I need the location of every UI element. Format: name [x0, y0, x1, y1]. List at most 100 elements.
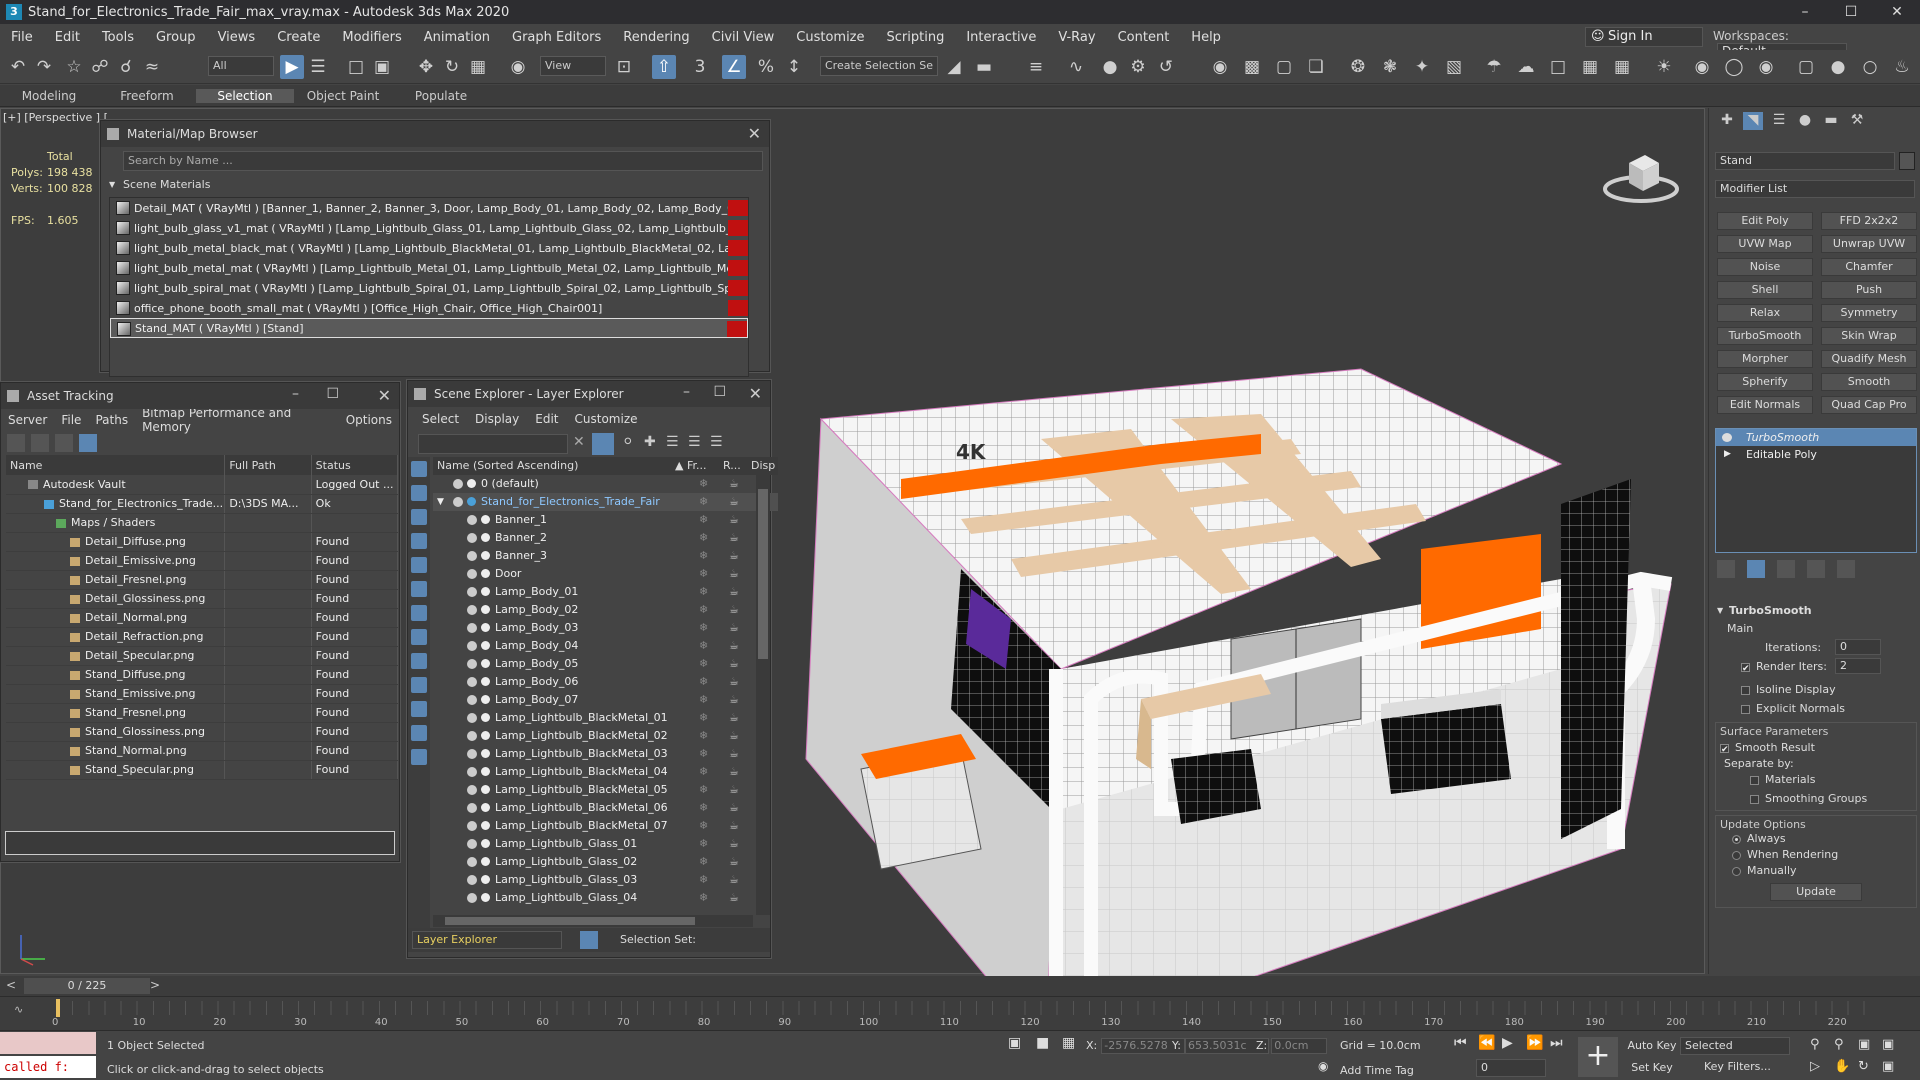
col-full-path[interactable]: Full Path — [224, 455, 312, 475]
material-item[interactable]: light_bulb_metal_black_mat ( VRayMtl ) [… — [110, 238, 748, 258]
orbit-icon[interactable]: ↻ — [1858, 1059, 1869, 1074]
create-tab-icon[interactable]: ✚ — [1717, 112, 1737, 130]
menu-edit[interactable]: Edit — [44, 30, 91, 45]
tree-row[interactable]: ▼ Stand_for_Electronics_Trade_Fair ❄ ☕ — [433, 493, 778, 511]
update-button[interactable]: Update — [1770, 883, 1862, 901]
go-to-end-icon[interactable]: ⏭ — [1550, 1035, 1563, 1051]
display-frozen-icon[interactable] — [411, 725, 427, 741]
light-icon[interactable]: ◉ — [1208, 55, 1232, 79]
close-icon[interactable]: ✕ — [378, 386, 391, 405]
render-setup-icon[interactable]: ⚙ — [1126, 55, 1150, 79]
visibility-eye-icon[interactable] — [453, 497, 463, 507]
table-row[interactable]: Stand_Fresnel.png Found — [6, 703, 399, 723]
freeze-icon[interactable]: ❄ — [699, 709, 708, 727]
display-helpers-icon[interactable] — [411, 581, 427, 597]
renderable-icon[interactable]: ☕ — [729, 601, 739, 619]
visibility-eye-icon[interactable] — [467, 749, 477, 759]
renderable-icon[interactable]: ☕ — [729, 835, 739, 853]
region-select-icon[interactable]: □ — [344, 55, 368, 79]
tree-row[interactable]: Lamp_Lightbulb_Glass_03 ❄ ☕ — [433, 871, 778, 889]
curve-editor-mini-icon[interactable]: ∿ — [14, 1003, 23, 1016]
table-row[interactable]: Stand_Glossiness.png Found — [6, 722, 399, 742]
visibility-eye-icon[interactable] — [467, 569, 477, 579]
table-row[interactable]: Maps / Shaders — [6, 513, 399, 533]
visibility-eye-icon[interactable] — [453, 479, 463, 489]
tree-row[interactable]: Banner_1 ❄ ☕ — [433, 511, 778, 529]
next-key-icon[interactable]: ⏩ — [1526, 1035, 1543, 1051]
trade-fair-stand-model[interactable]: 4K — [801, 249, 1681, 1059]
vray-proxy-icon[interactable]: ▧ — [1442, 55, 1466, 79]
explicit-normals-checkbox[interactable] — [1741, 704, 1750, 714]
field-of-view-icon[interactable]: ▷ — [1810, 1059, 1820, 1074]
key-mode-dropdown[interactable]: Selected — [1680, 1037, 1790, 1055]
menu-content[interactable]: Content — [1107, 30, 1181, 45]
stack-item-turbosmooth[interactable]: TurboSmooth — [1716, 429, 1916, 446]
remove-modifier-icon[interactable] — [1807, 560, 1825, 578]
go-to-start-icon[interactable]: ⏮ — [1454, 1035, 1467, 1051]
eye-icon[interactable] — [1722, 433, 1732, 442]
always-radio[interactable] — [1732, 834, 1741, 844]
tree-row[interactable]: Lamp_Lightbulb_BlackMetal_01 ❄ ☕ — [433, 709, 778, 727]
minimize-icon[interactable]: – — [292, 386, 299, 402]
menu-modifiers[interactable]: Modifiers — [331, 30, 412, 45]
visibility-eye-icon[interactable] — [467, 785, 477, 795]
material-item[interactable]: light_bulb_glass_v1_mat ( VRayMtl ) [Lam… — [110, 218, 748, 238]
current-frame-field[interactable]: 0 — [1476, 1059, 1546, 1077]
modifier-button-chamfer[interactable]: Chamfer — [1821, 258, 1917, 276]
filter-icon[interactable] — [592, 433, 614, 455]
vray-decal-icon[interactable]: ◉ — [1690, 55, 1714, 79]
current-frame-marker[interactable] — [56, 999, 60, 1017]
visibility-eye-icon[interactable] — [467, 839, 477, 849]
pivot-icon[interactable]: ⊡ — [612, 55, 636, 79]
when-rendering-radio[interactable] — [1732, 850, 1741, 860]
percent-snap-icon[interactable]: % — [754, 55, 778, 79]
visibility-eye-icon[interactable] — [467, 821, 477, 831]
renderable-icon[interactable]: ☕ — [729, 655, 739, 673]
renderable-icon[interactable]: ☕ — [729, 799, 739, 817]
tree-row[interactable]: Lamp_Body_05 ❄ ☕ — [433, 655, 778, 673]
select-object-icon[interactable]: ▶ — [280, 55, 304, 79]
stack-item-editable-poly[interactable]: ▶ Editable Poly — [1716, 446, 1916, 463]
table-row[interactable]: Autodesk Vault Logged Out ... — [6, 475, 399, 495]
time-slider[interactable]: 0 / 225 — [24, 978, 150, 994]
display-bones-icon[interactable] — [411, 677, 427, 693]
visibility-eye-icon[interactable] — [467, 641, 477, 651]
placement-icon[interactable]: ◉ — [506, 55, 530, 79]
tree-row[interactable]: Lamp_Lightbulb_Glass_04 ❄ ☕ — [433, 889, 778, 907]
visibility-eye-icon[interactable] — [467, 803, 477, 813]
turbosmooth-rollout-header[interactable]: TurboSmooth — [1715, 603, 1917, 619]
col-status[interactable]: Status — [311, 455, 399, 475]
zoom-extents-all-icon[interactable]: ▣ — [1882, 1037, 1894, 1052]
visibility-eye-icon[interactable] — [467, 677, 477, 687]
show-end-result-icon[interactable] — [1747, 560, 1765, 578]
prev-frame-icon[interactable]: < — [6, 978, 16, 992]
asset-menu-server[interactable]: Server — [1, 413, 54, 427]
select-manipulate-icon[interactable]: ⇧ — [652, 55, 676, 79]
modifier-button-skin-wrap[interactable]: Skin Wrap — [1821, 327, 1917, 345]
mirror-icon[interactable]: ◢ — [942, 55, 966, 79]
render-frame-icon[interactable]: ↺ — [1154, 55, 1178, 79]
menu-rendering[interactable]: Rendering — [612, 30, 700, 45]
visibility-eye-icon[interactable] — [467, 713, 477, 723]
material-editor-icon[interactable]: ● — [1098, 55, 1122, 79]
tree-row[interactable]: Lamp_Body_02 ❄ ☕ — [433, 601, 778, 619]
vray-light-icon[interactable]: ❂ — [1346, 55, 1370, 79]
lock-icon[interactable]: ⚪ — [622, 434, 634, 450]
renderable-icon[interactable]: ☕ — [729, 565, 739, 583]
freeze-icon[interactable]: ❄ — [699, 889, 708, 907]
freeze-icon[interactable]: ❄ — [699, 547, 708, 565]
configure-modifier-sets-icon[interactable] — [1837, 560, 1855, 578]
col-name-sorted[interactable]: Name (Sorted Ascending) — [437, 459, 578, 472]
vray-interactive-icon[interactable]: ❏ — [1304, 55, 1328, 79]
zoom-extents-icon[interactable]: ▣ — [1858, 1037, 1870, 1052]
maximize-viewport-icon[interactable]: ▣ — [1882, 1059, 1894, 1074]
freeze-icon[interactable]: ❄ — [699, 583, 708, 601]
freeze-icon[interactable]: ❄ — [699, 493, 708, 511]
isoline-display-checkbox[interactable] — [1741, 685, 1750, 695]
vray-sphere-icon[interactable]: ● — [1826, 55, 1850, 79]
minimize-icon[interactable]: – — [683, 384, 690, 400]
new-layer-icon[interactable]: ✚ — [644, 434, 656, 450]
vray-render-icon[interactable]: ▢ — [1272, 55, 1296, 79]
bind-space-warp-icon[interactable]: ≈ — [140, 55, 164, 79]
menu-interactive[interactable]: Interactive — [955, 30, 1047, 45]
